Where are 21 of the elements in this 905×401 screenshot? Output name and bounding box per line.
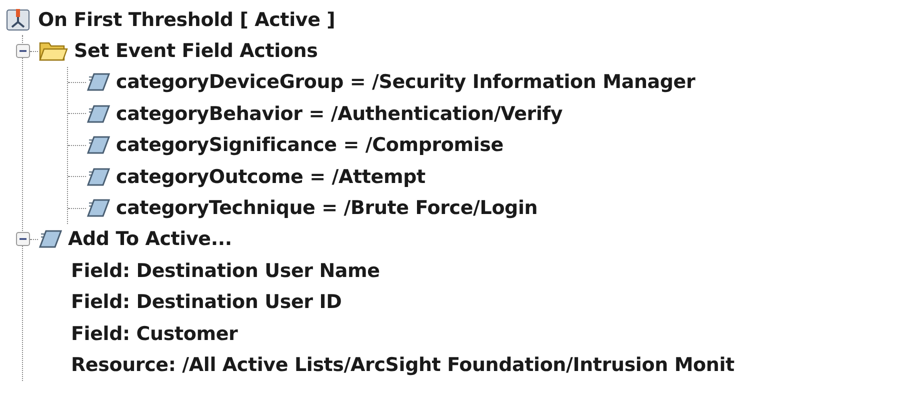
action-icon — [38, 229, 62, 250]
tree-item[interactable]: categoryBehavior = /Authentication/Verify — [116, 102, 563, 125]
tree-root[interactable]: On First Threshold [ Active ] — [38, 8, 336, 31]
tree-item[interactable]: Field: Destination User Name — [71, 260, 380, 282]
tree-item[interactable]: Set Event Field Actions — [74, 40, 318, 62]
tree-item[interactable]: Resource: /All Active Lists/ArcSight Foundation/Intrusion Monit — [71, 354, 734, 376]
tree-item[interactable]: categoryDeviceGroup = /Security Information Manager — [116, 71, 696, 94]
tree-item[interactable]: Add To Active... — [68, 228, 232, 250]
tree-item[interactable]: Field: Destination User ID — [71, 291, 342, 314]
tree-item[interactable]: categoryOutcome = /Attempt — [116, 166, 426, 188]
action-icon — [86, 135, 110, 156]
collapse-toggle[interactable] — [16, 232, 30, 246]
action-icon — [86, 72, 110, 92]
tree-item[interactable]: Field: Customer — [71, 322, 238, 345]
action-icon — [86, 198, 110, 218]
action-icon — [86, 104, 110, 124]
folder-icon — [38, 40, 68, 62]
collapse-toggle[interactable] — [16, 44, 30, 58]
action-icon — [86, 166, 110, 187]
tree-item[interactable]: categorySignificance = /Compromise — [116, 134, 504, 156]
tree-item[interactable]: categoryTechnique = /Brute Force/Login — [116, 197, 538, 220]
